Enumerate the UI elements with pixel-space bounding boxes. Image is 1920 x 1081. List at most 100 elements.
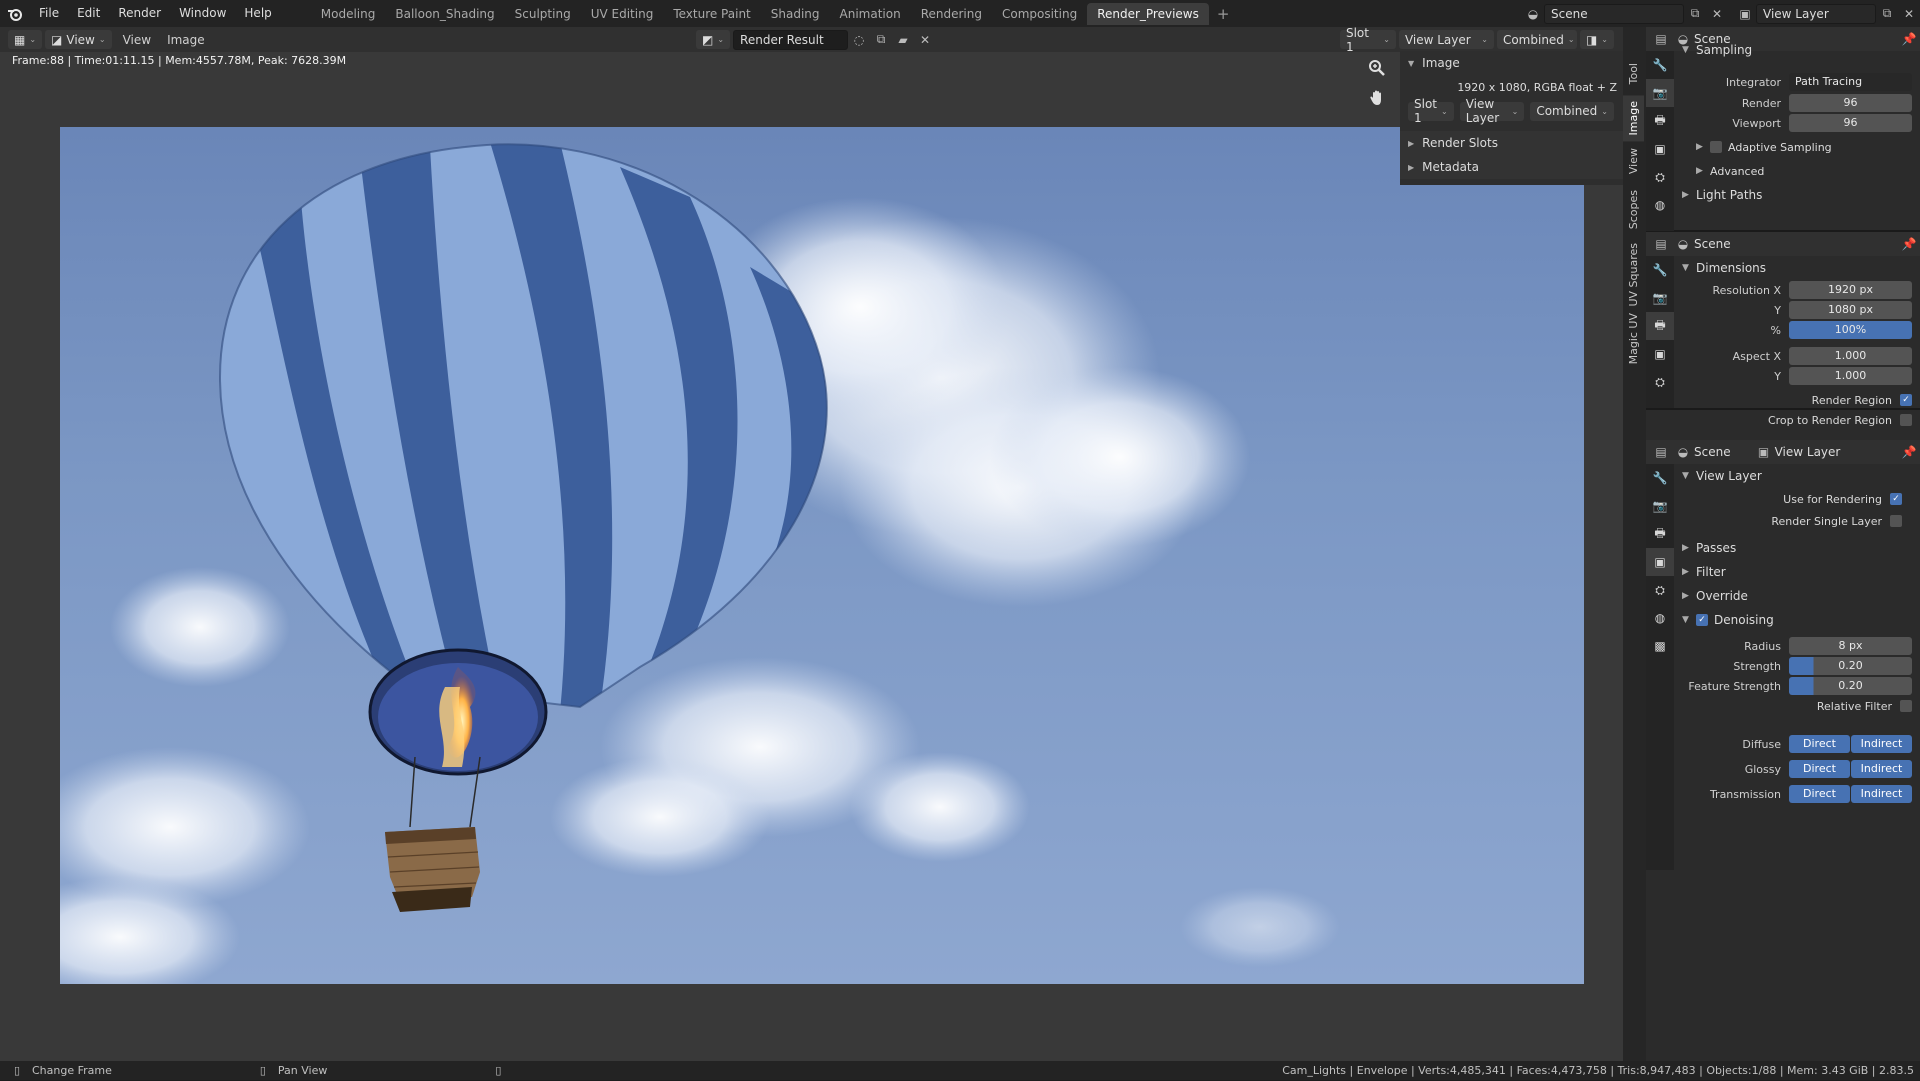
- render-icon[interactable]: 📷: [1646, 492, 1674, 520]
- viewport-samples-field[interactable]: 96: [1789, 114, 1912, 132]
- npanel-view-layer-dropdown[interactable]: View Layer ⌄: [1459, 97, 1525, 125]
- editor-type-icon[interactable]: ▤: [1650, 29, 1672, 49]
- render-region-checkbox[interactable]: ✓: [1900, 394, 1912, 406]
- menu-help[interactable]: Help: [235, 0, 280, 27]
- image-browse-icon[interactable]: ◩ ⌄: [696, 30, 731, 49]
- texture-icon[interactable]: ▩: [1646, 632, 1674, 660]
- relative-filter-checkbox[interactable]: [1900, 700, 1912, 712]
- image-section-header[interactable]: ▼ Image: [1400, 51, 1625, 75]
- filter-section[interactable]: ▶ Filter: [1674, 560, 1920, 584]
- view-mode-dropdown[interactable]: ◪ View ⌄: [45, 30, 112, 49]
- output-icon[interactable]: 🖶: [1646, 520, 1674, 548]
- close-scene-icon[interactable]: ✕: [1706, 4, 1728, 24]
- render-slots-section[interactable]: ▶ Render Slots: [1400, 131, 1625, 155]
- vtab-tool[interactable]: Tool: [1623, 57, 1644, 90]
- menu-render[interactable]: Render: [109, 0, 170, 27]
- view-layer-icon[interactable]: ▣: [1646, 340, 1674, 368]
- render-samples-field[interactable]: 96: [1789, 94, 1912, 112]
- editor-type-icon[interactable]: ▤: [1650, 234, 1672, 254]
- vtab-magic-uv[interactable]: Magic UV: [1623, 307, 1644, 370]
- render-icon[interactable]: 📷: [1646, 284, 1674, 312]
- close-view-layer-icon[interactable]: ✕: [1898, 4, 1920, 24]
- render-result-image[interactable]: [60, 127, 1584, 984]
- diffuse-direct-toggle[interactable]: Direct: [1789, 735, 1850, 753]
- view-layer-icon[interactable]: ▣: [1734, 4, 1756, 24]
- world-icon[interactable]: ◍: [1646, 191, 1674, 219]
- tab-balloon-shading[interactable]: Balloon_Shading: [385, 3, 504, 25]
- tab-uv-editing[interactable]: UV Editing: [581, 3, 664, 25]
- pin-icon[interactable]: 📌: [1898, 234, 1920, 254]
- add-workspace-button[interactable]: +: [1209, 5, 1238, 23]
- vtab-image[interactable]: Image: [1623, 95, 1644, 142]
- menu-view[interactable]: View: [115, 33, 159, 47]
- strength-slider[interactable]: 0.20: [1789, 657, 1912, 675]
- feature-strength-slider[interactable]: 0.20: [1789, 677, 1912, 695]
- scene-icon[interactable]: ⛭: [1646, 368, 1674, 396]
- world-icon[interactable]: ◍: [1646, 604, 1674, 632]
- npanel-slot-dropdown[interactable]: Slot 1 ⌄: [1408, 97, 1454, 125]
- view-layer-section[interactable]: ▼ View Layer: [1674, 464, 1920, 488]
- view-layer-dropdown[interactable]: View Layer ⌄: [1398, 30, 1494, 49]
- tab-compositing[interactable]: Compositing: [992, 3, 1087, 25]
- unlink-image-icon[interactable]: ✕: [914, 30, 936, 50]
- resolution-y-field[interactable]: 1080 px: [1789, 301, 1912, 319]
- display-channels-icon[interactable]: ◨ ⌄: [1579, 30, 1614, 49]
- new-image-icon[interactable]: ⧉: [870, 30, 892, 50]
- resolution-pct-slider[interactable]: 100%: [1789, 321, 1912, 339]
- menu-window[interactable]: Window: [170, 0, 235, 27]
- adaptive-sampling-checkbox[interactable]: [1710, 141, 1722, 153]
- blender-logo-icon[interactable]: [0, 0, 30, 27]
- glossy-indirect-toggle[interactable]: Indirect: [1851, 760, 1912, 778]
- override-section[interactable]: ▶ Override: [1674, 584, 1920, 608]
- radius-field[interactable]: 8 px: [1789, 637, 1912, 655]
- transmission-indirect-toggle[interactable]: Indirect: [1851, 785, 1912, 803]
- vtab-view[interactable]: View: [1623, 142, 1644, 180]
- tab-shading[interactable]: Shading: [761, 3, 830, 25]
- menu-image[interactable]: Image: [159, 33, 213, 47]
- zoom-icon[interactable]: [1364, 55, 1390, 81]
- menu-edit[interactable]: Edit: [68, 0, 109, 27]
- resolution-x-field[interactable]: 1920 px: [1789, 281, 1912, 299]
- tab-sculpting[interactable]: Sculpting: [505, 3, 581, 25]
- image-name-field[interactable]: Render Result: [733, 29, 849, 50]
- view-layer-icon[interactable]: ▣: [1646, 135, 1674, 163]
- tool-icon[interactable]: 🔧: [1646, 51, 1674, 79]
- transmission-direct-toggle[interactable]: Direct: [1789, 785, 1850, 803]
- view-layer-field[interactable]: View Layer: [1756, 3, 1876, 24]
- npanel-pass-dropdown[interactable]: Combined ⌄: [1530, 101, 1614, 121]
- tool-icon[interactable]: 🔧: [1646, 464, 1674, 492]
- editor-type-icon[interactable]: ▤: [1650, 442, 1672, 462]
- advanced-row[interactable]: ▶ Advanced: [1674, 159, 1920, 183]
- fake-user-icon[interactable]: ◌: [848, 30, 870, 50]
- vtab-scopes[interactable]: Scopes: [1623, 184, 1644, 235]
- tab-rendering[interactable]: Rendering: [911, 3, 992, 25]
- glossy-direct-toggle[interactable]: Direct: [1789, 760, 1850, 778]
- denoising-checkbox[interactable]: ✓: [1696, 614, 1708, 626]
- light-paths-section[interactable]: ▶ Light Paths: [1674, 183, 1920, 207]
- scene-field[interactable]: Scene: [1544, 3, 1684, 24]
- pass-dropdown[interactable]: Combined ⌄: [1496, 30, 1577, 49]
- dimensions-section[interactable]: ▼ Dimensions: [1674, 256, 1920, 280]
- output-icon[interactable]: 🖶: [1646, 312, 1674, 340]
- new-scene-icon[interactable]: ⧉: [1684, 4, 1706, 24]
- aspect-y-field[interactable]: 1.000: [1789, 367, 1912, 385]
- editor-type-icon[interactable]: ▦ ⌄: [8, 30, 43, 49]
- new-view-layer-icon[interactable]: ⧉: [1876, 4, 1898, 24]
- render-icon[interactable]: 📷: [1646, 79, 1674, 107]
- tab-modeling[interactable]: Modeling: [311, 3, 386, 25]
- menu-file[interactable]: File: [30, 0, 68, 27]
- metadata-section[interactable]: ▶ Metadata: [1400, 155, 1625, 179]
- pan-hand-icon[interactable]: [1364, 85, 1390, 111]
- slot-dropdown[interactable]: Slot 1 ⌄: [1339, 26, 1396, 54]
- tab-animation[interactable]: Animation: [830, 3, 911, 25]
- passes-section[interactable]: ▶ Passes: [1674, 536, 1920, 560]
- crop-region-checkbox[interactable]: [1900, 414, 1912, 426]
- tool-icon[interactable]: 🔧: [1646, 256, 1674, 284]
- scene-icon[interactable]: ⛭: [1646, 163, 1674, 191]
- denoising-section[interactable]: ▼ ✓ Denoising: [1674, 608, 1920, 632]
- scene-icon[interactable]: ◒: [1522, 4, 1544, 24]
- vtab-uv-squares[interactable]: UV Squares: [1623, 237, 1644, 313]
- view-layer-icon[interactable]: ▣: [1646, 548, 1674, 576]
- sampling-section[interactable]: ▼ Sampling: [1674, 43, 1920, 57]
- use-for-rendering-checkbox[interactable]: ✓: [1890, 493, 1902, 505]
